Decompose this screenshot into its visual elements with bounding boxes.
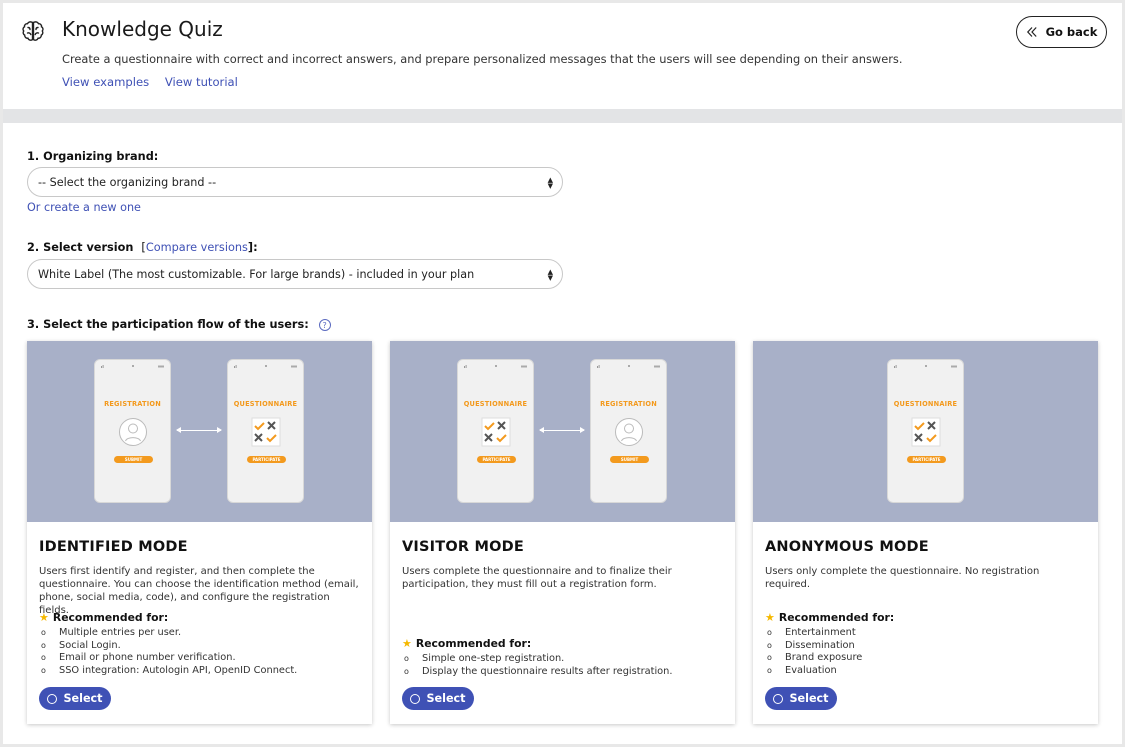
star-icon: ★ (39, 611, 49, 624)
page-description: Create a questionnaire with correct and … (62, 52, 903, 66)
status-bar-icon (464, 365, 527, 368)
list-item: SSO integration: Autologin API, OpenID C… (39, 665, 297, 678)
select-anonymous-button[interactable]: Select (765, 687, 837, 710)
registration-screen-title: REGISTRATION (104, 400, 161, 408)
recommended-list: Entertainment Dissemination Brand exposu… (765, 627, 862, 677)
card-title: VISITOR MODE (402, 539, 524, 555)
step3-label-text: 3. Select the participation flow of the … (27, 318, 309, 331)
list-item: Email or phone number verification. (39, 652, 297, 665)
identified-mode-card[interactable]: REGISTRATION SUBMIT QUESTIONNAIRE PARTIC… (27, 341, 372, 724)
app-frame: Knowledge Quiz Create a questionnaire wi… (3, 3, 1122, 744)
phone-registration: REGISTRATION SUBMIT (94, 359, 171, 503)
quiz-checkmarks-icon (481, 417, 511, 447)
submit-mock-button: SUBMIT (114, 456, 153, 463)
recommended-label: Recommended for: (778, 611, 895, 624)
select-label: Select (63, 692, 103, 705)
card-description: Users first identify and register, and t… (39, 566, 359, 616)
view-tutorial-link[interactable]: View tutorial (165, 75, 238, 89)
recommended-heading: ★ Recommended for: (402, 637, 531, 650)
list-item: Simple one-step registration. (402, 653, 673, 666)
questionnaire-screen-title: QUESTIONNAIRE (233, 400, 298, 408)
quiz-checkmarks-icon (911, 417, 941, 447)
view-examples-link[interactable]: View examples (62, 75, 149, 89)
organizing-brand-value: -- Select the organizing brand -- (38, 175, 217, 189)
go-back-button[interactable]: Go back (1016, 16, 1107, 48)
identified-illustration: REGISTRATION SUBMIT QUESTIONNAIRE PARTIC… (27, 341, 372, 522)
phone-registration: REGISTRATION SUBMIT (590, 359, 667, 503)
card-description: Users complete the questionnaire and to … (402, 566, 672, 590)
participate-mock-button: PARTICIPATE (477, 456, 516, 463)
step2-label-text: 2. Select version (27, 241, 134, 254)
list-item: Display the questionnaire results after … (402, 666, 673, 679)
registration-screen-title: REGISTRATION (600, 400, 657, 408)
select-label: Select (789, 692, 829, 705)
list-item: Brand exposure (765, 652, 862, 665)
phone-questionnaire: QUESTIONNAIRE PARTICIPATE (457, 359, 534, 503)
compare-bracket-close: ]: (247, 241, 258, 254)
help-icon[interactable]: ? (318, 319, 331, 331)
status-bar-icon (894, 365, 957, 368)
recommended-list: Multiple entries per user. Social Login.… (39, 627, 297, 677)
select-visitor-button[interactable]: Select (402, 687, 474, 710)
user-avatar-icon (119, 418, 147, 446)
recommended-label: Recommended for: (415, 637, 532, 650)
recommended-label: Recommended for: (52, 611, 169, 624)
status-bar-icon (234, 365, 297, 368)
phone-questionnaire: QUESTIONNAIRE PARTICIPATE (227, 359, 304, 503)
header-separator (3, 109, 1122, 123)
step3-label: 3. Select the participation flow of the … (27, 318, 331, 331)
user-avatar-icon (615, 418, 643, 446)
visitor-mode-card[interactable]: QUESTIONNAIRE PARTICIPATE REGISTRATION S… (390, 341, 735, 724)
questionnaire-screen-title: QUESTIONNAIRE (893, 400, 958, 408)
list-item: Entertainment (765, 627, 862, 640)
select-arrows-icon: ▲ ▼ (547, 268, 553, 282)
version-select[interactable]: White Label (The most customizable. For … (27, 259, 563, 289)
visitor-illustration: QUESTIONNAIRE PARTICIPATE REGISTRATION S… (390, 341, 735, 522)
phone-questionnaire: QUESTIONNAIRE PARTICIPATE (887, 359, 964, 503)
radio-circle-icon (773, 693, 784, 704)
main-content: 1. Organizing brand: -- Select the organ… (3, 123, 1122, 744)
double-chevron-left-icon (1026, 27, 1037, 37)
list-item: Dissemination (765, 640, 862, 653)
page-title: Knowledge Quiz (62, 17, 223, 41)
radio-circle-icon (47, 693, 58, 704)
brain-icon (22, 21, 44, 41)
page-header: Knowledge Quiz Create a questionnaire wi… (3, 3, 1122, 109)
recommended-heading: ★ Recommended for: (765, 611, 894, 624)
card-title: ANONYMOUS MODE (765, 539, 929, 555)
list-item: Multiple entries per user. (39, 627, 297, 640)
anonymous-illustration: QUESTIONNAIRE PARTICIPATE (753, 341, 1098, 522)
card-description: Users only complete the questionnaire. N… (765, 566, 1040, 590)
star-icon: ★ (765, 611, 775, 624)
status-bar-icon (597, 365, 660, 368)
create-brand-link[interactable]: Or create a new one (27, 201, 141, 214)
radio-circle-icon (410, 693, 421, 704)
select-arrows-icon: ▲ ▼ (547, 176, 553, 190)
participate-mock-button: PARTICIPATE (907, 456, 946, 463)
step1-label: 1. Organizing brand: (27, 150, 159, 163)
star-icon: ★ (402, 637, 412, 650)
step2-label: 2. Select version [Compare versions]: (27, 241, 258, 254)
header-links: View examples View tutorial (62, 75, 250, 89)
list-item: Evaluation (765, 665, 862, 678)
card-title: IDENTIFIED MODE (39, 539, 188, 555)
quiz-checkmarks-icon (251, 417, 281, 447)
anonymous-mode-card[interactable]: QUESTIONNAIRE PARTICIPATE ANONYMOUS MODE… (753, 341, 1098, 724)
questionnaire-screen-title: QUESTIONNAIRE (463, 400, 528, 408)
organizing-brand-select[interactable]: -- Select the organizing brand -- ▲ ▼ (27, 167, 563, 197)
compare-versions-link[interactable]: Compare versions (146, 241, 248, 254)
version-value: White Label (The most customizable. For … (38, 267, 475, 281)
submit-mock-button: SUBMIT (610, 456, 649, 463)
recommended-heading: ★ Recommended for: (39, 611, 168, 624)
participate-mock-button: PARTICIPATE (247, 456, 286, 463)
select-label: Select (426, 692, 466, 705)
status-bar-icon (101, 365, 164, 368)
select-identified-button[interactable]: Select (39, 687, 111, 710)
go-back-label: Go back (1045, 25, 1098, 39)
recommended-list: Simple one-step registration. Display th… (402, 653, 673, 678)
flow-arrow-icon (539, 427, 585, 433)
flow-arrow-icon (176, 427, 222, 433)
list-item: Social Login. (39, 640, 297, 653)
